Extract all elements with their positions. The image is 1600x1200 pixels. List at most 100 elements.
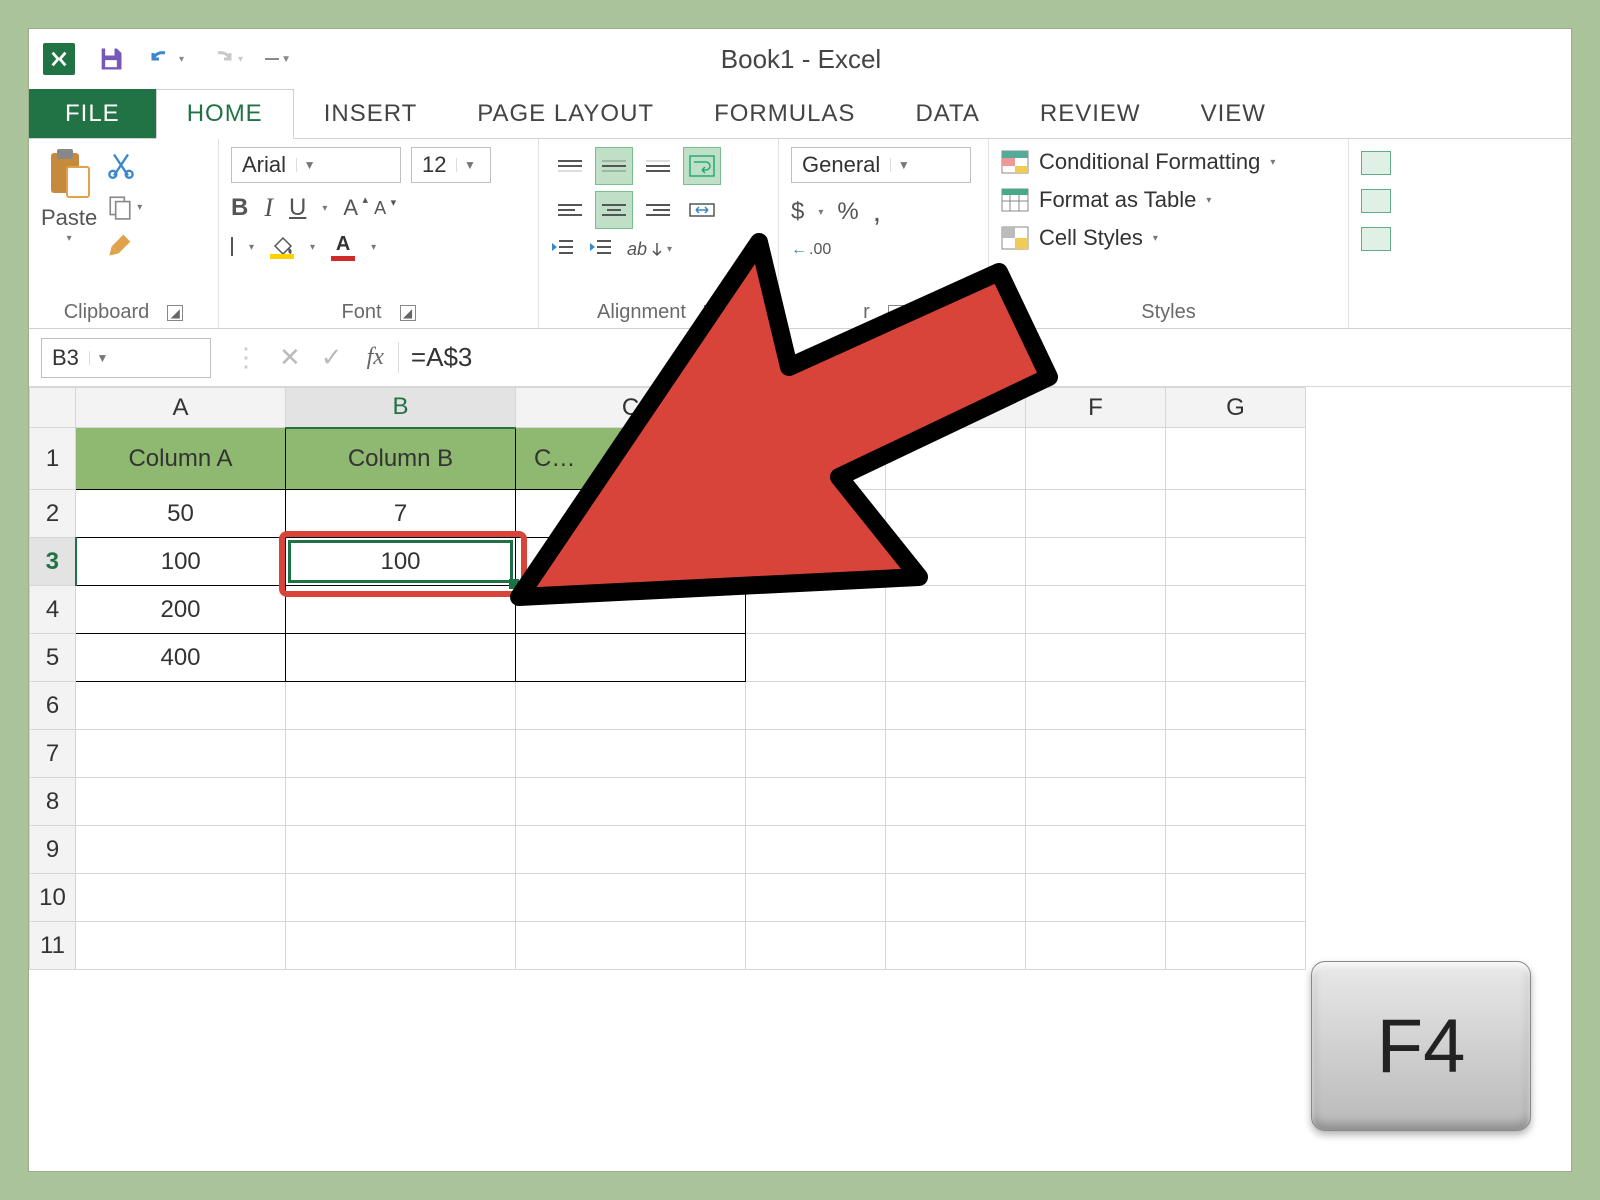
comma-format-button[interactable]: , [873, 195, 881, 229]
accounting-dropdown[interactable]: ▾ [818, 207, 823, 218]
percent-format-button[interactable]: % [837, 198, 858, 226]
bold-button[interactable]: B [231, 194, 248, 222]
align-middle-button[interactable] [595, 147, 633, 185]
col-header-E[interactable]: E [886, 388, 1026, 428]
cell-A4[interactable]: 200 [76, 586, 286, 634]
row-header-6[interactable]: 6 [30, 682, 76, 730]
tab-data[interactable]: DATA [885, 89, 1009, 138]
fx-icon[interactable]: fx [353, 344, 398, 371]
select-all-corner[interactable] [30, 388, 76, 428]
row-header-8[interactable]: 8 [30, 778, 76, 826]
cell-B5[interactable] [286, 634, 516, 682]
cell-B2[interactable]: 7 [286, 490, 516, 538]
clipboard-launcher[interactable]: ◢ [167, 305, 183, 321]
tab-view[interactable]: VIEW [1171, 89, 1296, 138]
tab-review[interactable]: REVIEW [1010, 89, 1171, 138]
accounting-format-button[interactable]: $ [791, 198, 804, 226]
underline-dropdown[interactable]: ▾ [322, 203, 327, 214]
fill-color-button[interactable] [270, 236, 294, 259]
decrease-font-button[interactable]: A▾ [374, 198, 386, 219]
col-header-G[interactable]: G [1166, 388, 1306, 428]
cell-styles-button[interactable]: Cell Styles ▾ [1001, 225, 1336, 251]
format-as-table-button[interactable]: Format as Table ▾ [1001, 187, 1336, 213]
row-header-10[interactable]: 10 [30, 874, 76, 922]
tab-file[interactable]: FILE [29, 89, 156, 138]
conditional-formatting-button[interactable]: Conditional Formatting ▾ [1001, 149, 1336, 175]
font-name-arrow[interactable]: ▼ [296, 158, 322, 172]
wrap-text-button[interactable] [683, 147, 721, 185]
col-header-D[interactable]: D [746, 388, 886, 428]
font-name-combo[interactable]: Arial ▼ [231, 147, 401, 183]
redo-button[interactable]: ▾ [206, 47, 243, 71]
cell-C1[interactable]: C… [516, 428, 746, 490]
cell-C2[interactable] [516, 490, 746, 538]
col-header-B[interactable]: B [286, 388, 516, 428]
number-format-combo[interactable]: General ▼ [791, 147, 971, 183]
tab-home[interactable]: HOME [156, 89, 294, 139]
row-header-4[interactable]: 4 [30, 586, 76, 634]
alignment-launcher[interactable]: ◢ [704, 305, 720, 321]
orientation-button[interactable]: ab▾ [627, 239, 672, 260]
align-top-button[interactable] [551, 147, 589, 185]
align-left-button[interactable] [551, 191, 589, 229]
merge-center-button[interactable] [683, 191, 721, 229]
paste-button[interactable]: Paste ▾ [41, 147, 97, 244]
font-size-combo[interactable]: 12 ▼ [411, 147, 491, 183]
cell-C4[interactable] [516, 586, 746, 634]
row-header-7[interactable]: 7 [30, 730, 76, 778]
cell-C3[interactable] [516, 538, 746, 586]
formula-input[interactable]: =A$3 [398, 342, 472, 373]
undo-dropdown[interactable]: ▾ [177, 54, 184, 65]
format-cells-button[interactable] [1361, 227, 1391, 251]
cell-B1[interactable]: Column B [286, 428, 516, 490]
cell-B4[interactable] [286, 586, 516, 634]
col-header-F[interactable]: F [1026, 388, 1166, 428]
delete-cells-button[interactable] [1361, 189, 1391, 213]
insert-cells-button[interactable] [1361, 151, 1391, 175]
cell-C5[interactable] [516, 634, 746, 682]
borders-dropdown[interactable]: ▾ [249, 242, 254, 253]
row-header-11[interactable]: 11 [30, 922, 76, 970]
number-format-arrow[interactable]: ▼ [890, 158, 916, 172]
fill-color-dropdown[interactable]: ▾ [310, 242, 315, 253]
undo-button[interactable]: ▾ [147, 47, 184, 71]
increase-indent-button[interactable] [589, 237, 613, 262]
increase-decimal-button[interactable]: ←.00 [791, 241, 831, 259]
cell-grid[interactable]: A B C D E F G 1 Column A Column B C… [29, 387, 1306, 970]
customize-qat[interactable]: ▼ [265, 54, 291, 65]
align-bottom-button[interactable] [639, 147, 677, 185]
tab-insert[interactable]: INSERT [294, 89, 448, 138]
row-header-2[interactable]: 2 [30, 490, 76, 538]
font-size-arrow[interactable]: ▼ [456, 158, 482, 172]
cell-B3-selected[interactable]: 100 [286, 538, 516, 586]
row-header-9[interactable]: 9 [30, 826, 76, 874]
font-launcher[interactable]: ◢ [400, 305, 416, 321]
excel-app-icon[interactable] [43, 43, 75, 75]
worksheet[interactable]: A B C D E F G 1 Column A Column B C… [29, 387, 1571, 970]
italic-button[interactable]: I [264, 193, 273, 223]
paste-dropdown[interactable]: ▾ [67, 233, 72, 244]
redo-dropdown[interactable]: ▾ [236, 54, 243, 65]
cell-D1[interactable] [746, 428, 886, 490]
tab-page-layout[interactable]: PAGE LAYOUT [447, 89, 684, 138]
cell-A3[interactable]: 100 [76, 538, 286, 586]
format-painter-button[interactable] [107, 230, 142, 263]
align-center-button[interactable] [595, 191, 633, 229]
number-launcher[interactable]: ◢ [888, 305, 904, 321]
row-header-3[interactable]: 3 [30, 538, 76, 586]
row-header-5[interactable]: 5 [30, 634, 76, 682]
name-box-arrow[interactable]: ▼ [89, 351, 115, 365]
decrease-indent-button[interactable] [551, 237, 575, 262]
underline-button[interactable]: U [289, 194, 306, 222]
increase-font-button[interactable]: A▴ [343, 195, 358, 221]
enter-formula-button[interactable]: ✓ [311, 342, 353, 373]
align-right-button[interactable] [639, 191, 677, 229]
cell-A1[interactable]: Column A [76, 428, 286, 490]
copy-button[interactable]: ▾ [107, 194, 142, 220]
row-header-1[interactable]: 1 [30, 428, 76, 490]
cancel-formula-button[interactable]: ✕ [269, 342, 311, 373]
col-header-C[interactable]: C [516, 388, 746, 428]
font-color-button[interactable]: A [331, 233, 355, 261]
font-color-dropdown[interactable]: ▾ [371, 242, 376, 253]
cell-A5[interactable]: 400 [76, 634, 286, 682]
